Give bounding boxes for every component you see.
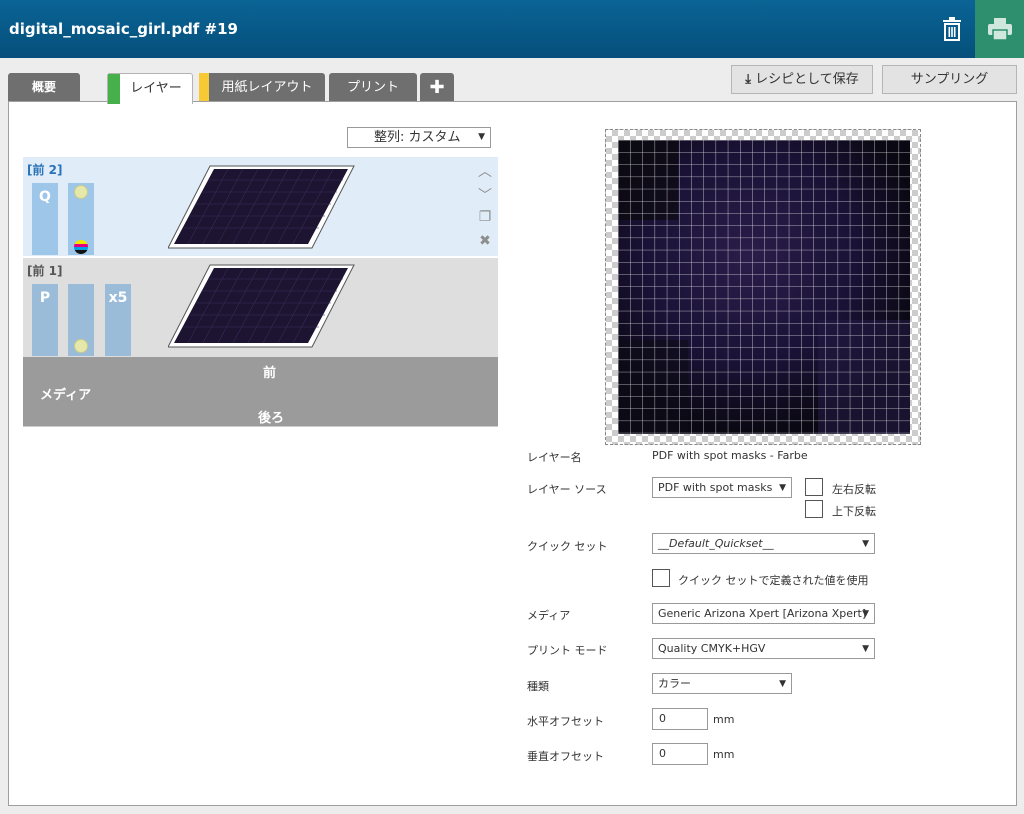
tab-layers-label: レイヤー	[130, 81, 182, 96]
flip-vertical-label: 上下反転	[832, 505, 876, 518]
printer-icon	[987, 18, 1012, 41]
caret-down-icon: ▼	[862, 539, 869, 549]
type-value: カラー	[658, 677, 691, 690]
tab-paper-layout-label: 用紙レイアウト	[221, 80, 313, 95]
print-mode-value: Quality CMYK+HGV	[658, 642, 766, 655]
chevron-up-icon[interactable]: ︿	[475, 161, 495, 185]
chevron-down-icon[interactable]: ﹀	[475, 185, 495, 209]
use-quickset-values-label: クイック セットで定義された値を使用	[678, 574, 869, 587]
layer-actions: ︿ ﹀ ❐ ✖	[475, 161, 495, 257]
tab-overview[interactable]: 概要	[8, 73, 80, 102]
download-icon: ⤓	[745, 72, 751, 87]
horizontal-offset-unit: mm	[713, 713, 735, 726]
layer-source-dropdown[interactable]: PDF with spot masks ▼	[652, 477, 792, 498]
print-mode-dropdown[interactable]: Quality CMYK+HGV ▼	[652, 638, 875, 659]
plus-icon: ✚	[429, 77, 445, 98]
media-label: メディア	[40, 388, 92, 403]
media-value: Generic Arizona Xpert [Arizona Xpert]	[658, 607, 867, 620]
layer-source-value: PDF with spot masks	[658, 481, 773, 494]
vertical-offset-input[interactable]: 0	[652, 743, 708, 765]
type-label: 種類	[527, 680, 549, 693]
vertical-offset-label: 垂直オフセット	[527, 750, 604, 763]
caret-down-icon: ▼	[862, 609, 869, 619]
layer-row-front-1[interactable]: [前 1] P x5	[23, 258, 498, 357]
caret-down-icon: ▼	[779, 483, 786, 493]
layer-name-value: PDF with spot masks - Farbe	[652, 449, 808, 462]
flip-vertical-checkbox[interactable]	[805, 500, 823, 518]
media-back-label: 後ろ	[258, 411, 285, 426]
type-dropdown[interactable]: カラー ▼	[652, 673, 792, 694]
layers-tab-accent	[108, 74, 120, 104]
tab-print[interactable]: プリント	[329, 73, 417, 102]
save-as-recipe-label: レシピとして保存	[755, 72, 859, 87]
sort-dropdown[interactable]: 整列: カスタム ▼	[347, 127, 491, 148]
paper-tab-accent	[199, 73, 209, 102]
layer-label: [前 1]	[27, 264, 63, 278]
white-ink-icon	[74, 339, 88, 353]
layer-thumbnail	[168, 165, 355, 249]
white-ink-icon	[74, 185, 88, 199]
layer-chip-ink-mode[interactable]: Q	[32, 183, 58, 255]
sampling-button[interactable]: サンプリング	[882, 65, 1017, 94]
vertical-offset-unit: mm	[713, 748, 735, 761]
sort-dropdown-value: 整列: カスタム	[374, 130, 461, 145]
layer-source-label: レイヤー ソース	[527, 483, 607, 496]
print-button[interactable]	[975, 0, 1024, 58]
add-tab-button[interactable]: ✚	[420, 73, 454, 102]
close-icon[interactable]: ✖	[475, 233, 495, 257]
media-front-label: 前	[263, 366, 277, 381]
cmyk-icon	[74, 240, 88, 254]
media-stack: 前 メディア 後ろ	[23, 357, 498, 427]
use-quickset-values-checkbox[interactable]	[652, 569, 670, 587]
trash-icon[interactable]	[930, 0, 974, 58]
layer-row-front-2[interactable]: [前 2] Q ︿ ﹀ ❐ ✖	[23, 157, 498, 256]
layer-label: [前 2]	[27, 163, 63, 177]
layer-thumbnail	[168, 264, 355, 348]
media-dropdown[interactable]: Generic Arizona Xpert [Arizona Xpert] ▼	[652, 603, 875, 624]
save-as-recipe-button[interactable]: ⤓ レシピとして保存	[731, 65, 873, 94]
layer-preview	[605, 129, 921, 445]
layer-chip-white[interactable]	[68, 284, 94, 356]
copy-icon[interactable]: ❐	[475, 209, 495, 233]
app-header: digital_mosaic_girl.pdf #19	[0, 0, 1024, 58]
flip-horizontal-label: 左右反転	[832, 483, 876, 496]
tab-layers[interactable]: レイヤー	[107, 73, 193, 104]
layer-name-label: レイヤー名	[527, 451, 582, 464]
horizontal-offset-input[interactable]: 0	[652, 708, 708, 730]
caret-down-icon: ▼	[862, 644, 869, 654]
layer-chip-white[interactable]	[68, 183, 94, 255]
quickset-value: __Default_Quickset__	[658, 537, 774, 550]
layer-chip-ink-mode[interactable]: P	[32, 284, 58, 356]
caret-down-icon: ▼	[779, 679, 786, 689]
flip-horizontal-checkbox[interactable]	[805, 478, 823, 496]
mosaic-preview-image	[618, 140, 910, 434]
layer-chip-passes[interactable]: x5	[105, 284, 131, 356]
quickset-label: クイック セット	[527, 540, 608, 553]
quickset-dropdown[interactable]: __Default_Quickset__ ▼	[652, 533, 875, 554]
horizontal-offset-label: 水平オフセット	[527, 715, 604, 728]
caret-down-icon: ▼	[478, 132, 485, 142]
job-title: digital_mosaic_girl.pdf #19	[9, 20, 238, 38]
print-mode-label: プリント モード	[527, 644, 608, 657]
media-field-label: メディア	[527, 609, 571, 622]
tab-paper-layout[interactable]: 用紙レイアウト	[199, 73, 325, 102]
